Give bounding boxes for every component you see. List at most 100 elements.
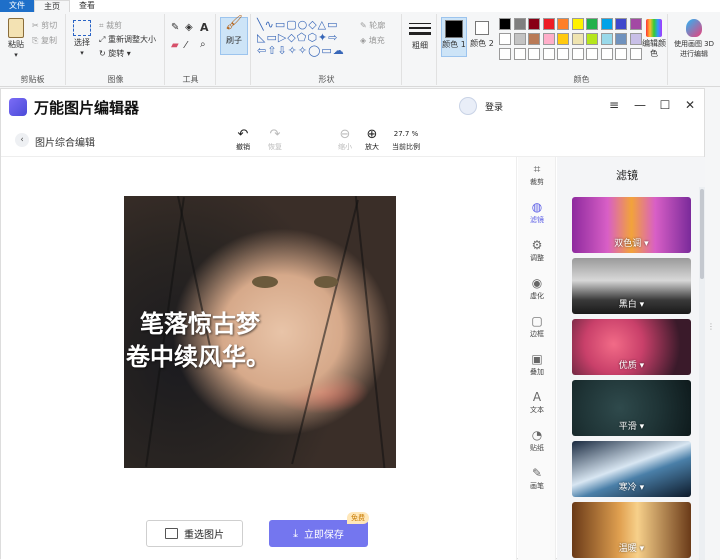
palette-swatch[interactable] (513, 18, 526, 30)
rotate-button[interactable]: ↻ 旋转 ▾ (99, 48, 131, 59)
palette-swatch[interactable] (499, 48, 511, 60)
palette-swatch[interactable] (513, 33, 526, 45)
text-icon[interactable]: A (200, 21, 209, 34)
brush-button[interactable]: 🖌 刷子 (220, 16, 248, 55)
palette-swatch[interactable] (586, 18, 598, 30)
color2-button[interactable]: 颜色 2 (469, 17, 495, 49)
palette-swatch[interactable] (629, 48, 642, 60)
filter-name: 寒冷 (618, 483, 637, 493)
side-tool-4[interactable]: ▢ 边框 (518, 313, 556, 339)
filter-card[interactable]: 优质 ▾ (572, 319, 691, 375)
palette-swatch[interactable] (586, 33, 598, 45)
cut-button[interactable]: ✂ 剪切 (32, 20, 57, 31)
palette-swatch[interactable] (615, 33, 627, 45)
side-tool-7[interactable]: ◔ 贴纸 (518, 427, 556, 453)
side-tool-8[interactable]: ✎ 画笔 (518, 465, 556, 491)
select-button[interactable]: 选择 ▾ (71, 20, 93, 58)
fill-button[interactable]: ◈ 填充 (360, 35, 385, 46)
palette-swatch[interactable] (600, 33, 613, 45)
palette-swatch[interactable] (528, 33, 540, 45)
palette-swatch[interactable] (615, 18, 627, 30)
palette-swatch[interactable] (528, 48, 540, 60)
palette-swatch[interactable] (542, 33, 555, 45)
shapes-gallery[interactable]: ╲∿▭▢○◇△▭ ◺▭▷◇⬠⬡✦⇨ ⇦⇧⇩✧✧◯▭☁ (257, 18, 345, 57)
palette-swatch[interactable] (557, 48, 569, 60)
editor-toolbar: ‹ 图片综合编辑 ↶ 撤销 ↷ 恢复 ⊖ 缩小 ⊕ 放大 27.7 % 当前比例 (1, 123, 704, 157)
filter-card[interactable]: 双色调 ▾ (572, 197, 691, 253)
crop-button[interactable]: ⌗ 裁剪 (99, 20, 122, 31)
palette-swatch[interactable] (557, 33, 569, 45)
eye-left (252, 276, 278, 288)
color2-label: 颜色 2 (470, 39, 494, 48)
palette-swatch[interactable] (629, 18, 642, 30)
palette-swatch[interactable] (615, 48, 627, 60)
palette-swatch[interactable] (600, 18, 613, 30)
side-tool-2[interactable]: ⚙ 调整 (518, 237, 556, 263)
palette-swatch[interactable] (542, 18, 555, 30)
undo-button[interactable]: ↶ 撤销 (229, 127, 257, 152)
pencil-icon[interactable]: ✎ (171, 22, 179, 33)
zoom-in-button[interactable]: ⊕ 放大 (358, 127, 386, 152)
close-icon[interactable]: ✕ (683, 98, 697, 112)
edit-colors-button[interactable]: 编辑颜色 (642, 19, 666, 59)
zoom-out-button[interactable]: ⊖ 缩小 (331, 127, 359, 152)
palette-swatch[interactable] (586, 48, 598, 60)
paste-button[interactable]: 粘贴 ▾ (5, 18, 27, 60)
color2-swatch (475, 21, 489, 35)
filter-card[interactable]: 黑白 ▾ (572, 258, 691, 314)
palette-swatch[interactable] (629, 33, 642, 45)
side-tool-0[interactable]: ⌗ 裁剪 (518, 161, 556, 187)
size-button[interactable]: 粗细 (407, 19, 433, 51)
reselect-image-button[interactable]: 重选图片 (146, 520, 243, 547)
side-tool-label: 滤镜 (530, 216, 544, 224)
outline-button[interactable]: ✎ 轮廓 (360, 20, 385, 31)
side-tool-label: 虚化 (530, 292, 544, 300)
side-tool-3[interactable]: ◉ 虚化 (518, 275, 556, 301)
side-tool-1[interactable]: ◍ 滤镜 (518, 199, 556, 225)
side-tool-6[interactable]: A 文本 (518, 389, 556, 415)
tab-view[interactable]: 查看 (70, 0, 104, 12)
palette-swatch[interactable] (528, 18, 540, 30)
paint3d-icon (686, 19, 702, 37)
palette-swatch[interactable] (571, 33, 584, 45)
eraser-icon[interactable]: ▰ (171, 40, 179, 51)
filter-card[interactable]: 寒冷 ▾ (572, 441, 691, 497)
palette-swatch[interactable] (571, 18, 584, 30)
photo-caption-line2: 卷中续风华。 (126, 343, 270, 371)
copy-button[interactable]: ⎘ 复制 (32, 35, 57, 46)
fill-icon[interactable]: ◈ (185, 22, 193, 33)
palette-swatch[interactable] (513, 48, 526, 60)
filter-card[interactable]: 平滑 ▾ (572, 380, 691, 436)
palette-swatch[interactable] (499, 18, 511, 30)
tab-home[interactable]: 主页 (34, 0, 70, 12)
color-picker-icon[interactable]: ⁄ (185, 40, 187, 51)
color1-button[interactable]: 颜色 1 (441, 17, 467, 57)
save-now-button[interactable]: ⤓ 立即保存 (269, 520, 368, 547)
tab-file[interactable]: 文件 (0, 0, 34, 12)
magnifier-icon[interactable]: ⌕ (200, 39, 206, 50)
side-tool-5[interactable]: ▣ 叠加 (518, 351, 556, 377)
palette-swatch[interactable] (600, 48, 613, 60)
select-icon (73, 20, 91, 36)
login-link[interactable]: 登录 (485, 100, 503, 113)
brush-label: 刷子 (226, 36, 242, 45)
palette-swatch[interactable] (571, 48, 584, 60)
resize-handle-icon[interactable]: ⋮ (707, 322, 715, 331)
minimize-icon[interactable]: — (633, 98, 647, 112)
filter-card[interactable]: 温暖 ▾ (572, 502, 691, 558)
back-button[interactable]: ‹ (15, 133, 29, 147)
menu-icon[interactable]: ≡ (607, 98, 621, 112)
zoom-in-label: 放大 (365, 143, 379, 151)
chevron-down-icon: ▾ (80, 49, 84, 57)
palette-swatch[interactable] (499, 33, 511, 45)
palette-swatch[interactable] (557, 18, 569, 30)
edited-photo[interactable]: 笔落惊古梦 卷中续风华。 (124, 196, 396, 468)
resize-button[interactable]: ⤢ 重新调整大小 (99, 34, 156, 45)
filter-scrollbar-thumb[interactable] (700, 189, 704, 279)
palette-swatch[interactable] (542, 48, 555, 60)
paint3d-button[interactable]: 使用画图 3D 进行编辑 (671, 19, 717, 59)
filter-panel-title: 滤镜 (616, 169, 638, 182)
maximize-icon[interactable]: ☐ (658, 98, 672, 112)
redo-button[interactable]: ↷ 恢复 (261, 127, 289, 152)
user-avatar-icon[interactable] (459, 97, 477, 115)
